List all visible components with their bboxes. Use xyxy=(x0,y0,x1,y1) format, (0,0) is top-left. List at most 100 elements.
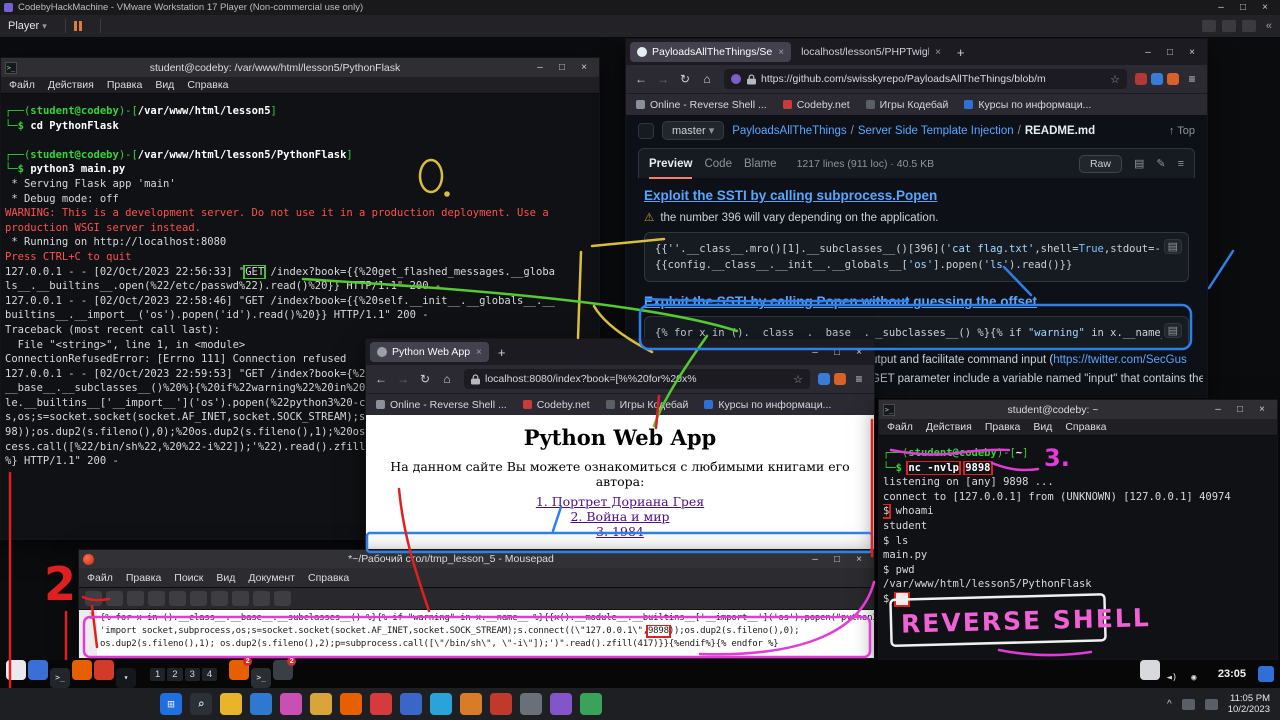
bookmark-star-icon[interactable]: ☆ xyxy=(1110,73,1120,86)
bookmark-item[interactable]: Online - Reverse Shell ... xyxy=(636,99,767,111)
branch-selector[interactable]: master ▾ xyxy=(662,121,724,140)
more-options-icon[interactable]: ≡ xyxy=(1178,158,1184,170)
forward-button[interactable]: → xyxy=(654,72,672,86)
book-link[interactable]: 1. Портрет Дориана Грея xyxy=(366,494,874,509)
player-menu[interactable]: Player ▾ xyxy=(8,20,47,32)
tab-localhost-phptwig[interactable]: localhost/lesson5/PHPTwigl × xyxy=(794,42,948,62)
minimize-button[interactable]: – xyxy=(804,554,826,565)
apps-box-icon[interactable]: ▾ xyxy=(116,668,136,688)
breadcrumb-repo[interactable]: PayloadsAllTheThings xyxy=(732,125,846,137)
tab-close-icon[interactable]: × xyxy=(476,347,482,358)
reload-button[interactable]: ↻ xyxy=(676,72,694,86)
menu-item[interactable]: Поиск xyxy=(174,572,203,584)
search-icon[interactable]: ⌕ xyxy=(190,693,212,715)
start-button[interactable]: ⊞ xyxy=(160,693,182,715)
url-bar[interactable]: https://github.com/swisskyrepo/PayloadsA… xyxy=(724,69,1127,89)
opera-icon[interactable] xyxy=(370,693,392,715)
minimize-button[interactable]: – xyxy=(1210,2,1232,13)
screenshot-running-icon[interactable]: 2 xyxy=(273,660,293,680)
tab-close-icon[interactable]: × xyxy=(935,47,941,58)
tab-code[interactable]: Code xyxy=(704,149,732,179)
ublock-icon[interactable] xyxy=(1135,73,1147,85)
menu-item[interactable]: Правка xyxy=(107,79,142,91)
close-button[interactable]: × xyxy=(573,62,595,73)
firefox-running-icon[interactable]: 2 xyxy=(229,660,249,680)
bookmark-item[interactable]: Codeby.net xyxy=(783,99,850,111)
notifications-bell-icon[interactable]: ◉ xyxy=(1184,668,1204,688)
book-link[interactable]: 3. 1984 xyxy=(366,524,874,539)
save-icon[interactable] xyxy=(127,591,144,606)
collapse-toolbar-icon[interactable]: « xyxy=(1266,20,1272,32)
maximize-button[interactable]: □ xyxy=(826,347,848,358)
menu-item[interactable]: Правка xyxy=(126,572,161,584)
copy-code-icon[interactable]: ▤ xyxy=(1164,323,1182,338)
cut-icon[interactable] xyxy=(190,591,207,606)
gray-app-icon[interactable] xyxy=(520,693,542,715)
sidebar-toggle-icon[interactable] xyxy=(638,123,654,139)
twitter-link[interactable]: https://twitter.com/SecGus xyxy=(1053,354,1187,366)
breadcrumb-folder[interactable]: Server Side Template Injection xyxy=(858,125,1014,137)
edge-icon[interactable] xyxy=(250,693,272,715)
menu-item[interactable]: Действия xyxy=(48,79,94,91)
maximize-button[interactable]: □ xyxy=(826,554,848,565)
tab-payloadsallthethings[interactable]: PayloadsAllTheThings/Se × xyxy=(630,42,791,62)
home-button[interactable]: ⌂ xyxy=(698,72,716,86)
bookmark-item[interactable]: Online - Reverse Shell ... xyxy=(376,399,507,411)
menu-item[interactable]: Вид xyxy=(155,79,174,91)
bookmark-item[interactable]: Игры Кодебай xyxy=(866,99,949,111)
clock[interactable]: 23:05 xyxy=(1218,668,1246,680)
menu-item[interactable]: Файл xyxy=(9,79,35,91)
purple-app-icon[interactable] xyxy=(550,693,572,715)
undo-icon[interactable] xyxy=(148,591,165,606)
close-button[interactable]: × xyxy=(848,554,870,565)
forward-button[interactable]: → xyxy=(394,372,412,386)
maximize-button[interactable]: □ xyxy=(1229,404,1251,415)
shield-icon[interactable] xyxy=(731,74,741,84)
raw-button[interactable]: Raw xyxy=(1079,155,1122,173)
minimize-button[interactable]: – xyxy=(529,62,551,73)
terminal1-titlebar[interactable]: >_ student@codeby: /var/www/html/lesson5… xyxy=(1,58,599,77)
maximize-button[interactable]: □ xyxy=(551,62,573,73)
clock-date[interactable]: 11:05 PM 10/2/2023 xyxy=(1228,693,1270,715)
heading-popen-offset[interactable]: Exploit the SSTI by calling Popen withou… xyxy=(644,294,1189,309)
terminal-app-icon[interactable]: >_ xyxy=(50,668,70,688)
copy-code-icon[interactable]: ▤ xyxy=(1164,239,1182,254)
menu-item[interactable]: Справка xyxy=(308,572,349,584)
volume-icon[interactable] xyxy=(1205,699,1218,710)
menu-item[interactable]: Файл xyxy=(87,572,113,584)
close-button[interactable]: × xyxy=(1254,2,1276,13)
folder-icon[interactable] xyxy=(310,693,332,715)
volume-icon[interactable]: ◄) xyxy=(1162,668,1182,688)
tab-blame[interactable]: Blame xyxy=(744,149,777,179)
new-file-icon[interactable] xyxy=(85,591,102,606)
suspend-button[interactable] xyxy=(74,21,82,31)
extension-icon[interactable] xyxy=(1167,73,1179,85)
firefox-app-icon[interactable] xyxy=(72,660,92,680)
kali-menu-icon[interactable] xyxy=(6,660,26,680)
minimize-button[interactable]: – xyxy=(1207,404,1229,415)
vmware-taskbar-icon[interactable] xyxy=(400,693,422,715)
copy-raw-icon[interactable]: ▤ xyxy=(1134,157,1144,170)
menu-icon[interactable]: ≡ xyxy=(1183,72,1201,86)
bookmark-item[interactable]: Codeby.net xyxy=(523,399,590,411)
menu-item[interactable]: Правка xyxy=(985,421,1020,433)
find-icon[interactable] xyxy=(253,591,270,606)
close-button[interactable]: × xyxy=(848,347,870,358)
ghostery-icon[interactable] xyxy=(1151,73,1163,85)
back-to-top-link[interactable]: ↑ Top xyxy=(1169,125,1195,137)
menu-item[interactable]: Действия xyxy=(926,421,972,433)
ghostery-icon[interactable] xyxy=(818,373,830,385)
devices-icon[interactable] xyxy=(1222,20,1236,32)
photos-icon[interactable] xyxy=(280,693,302,715)
bookmark-item[interactable]: Курсы по информаци... xyxy=(704,399,831,411)
redo-icon[interactable] xyxy=(169,591,186,606)
terminal-running-icon[interactable]: >_ xyxy=(251,668,271,688)
workspace-button[interactable]: 4 xyxy=(202,668,217,681)
network-icon[interactable] xyxy=(1182,699,1195,710)
maximize-button[interactable]: □ xyxy=(1232,2,1254,13)
url-bar[interactable]: localhost:8080/index?book=[%%20for%20x% … xyxy=(464,369,810,389)
terminal2-titlebar[interactable]: >_ student@codeby: ~ – □ × xyxy=(879,400,1277,419)
menu-item[interactable]: Вид xyxy=(1033,421,1052,433)
workspace-button[interactable]: 1 xyxy=(150,668,165,681)
file-explorer-icon[interactable] xyxy=(220,693,242,715)
